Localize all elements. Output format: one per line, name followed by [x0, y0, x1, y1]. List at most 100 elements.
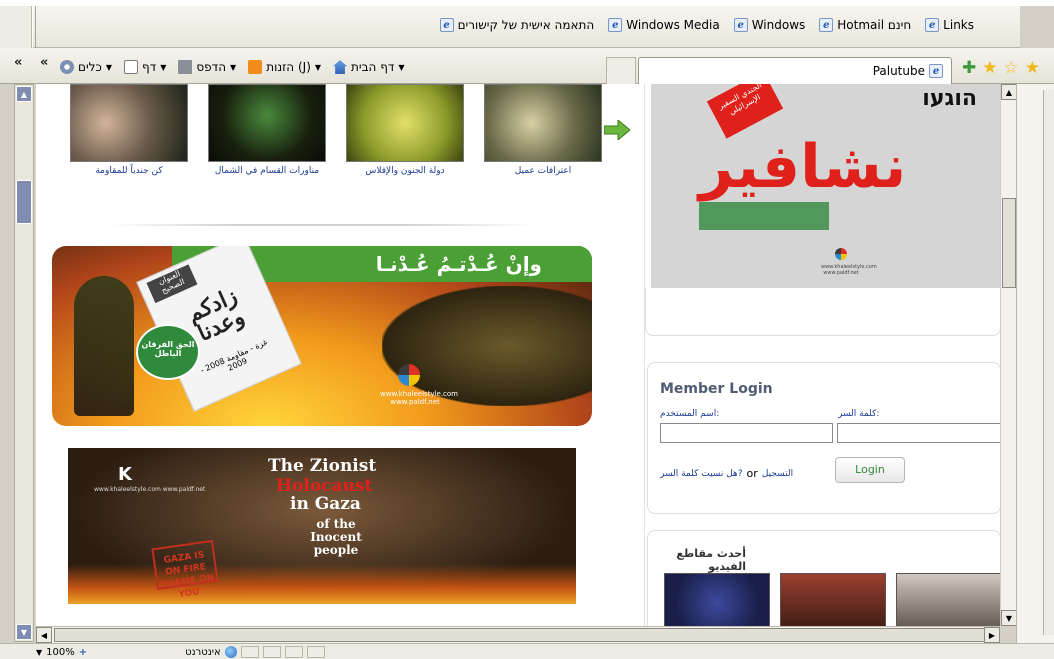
banner-urls: www.khaleelstyle.com www.paldf.net [94, 486, 206, 493]
home-button[interactable]: דף הבית ▼ [333, 60, 405, 74]
printer-icon [178, 60, 193, 74]
horizontal-scrollbar[interactable]: ◀ ▶ [36, 626, 1000, 643]
video-thumb[interactable]: اعترافات عميل [484, 84, 602, 176]
brand-logo-icon [398, 364, 420, 386]
chevron-left-icon[interactable]: « [14, 55, 22, 70]
favorites-center-icon[interactable]: ☆ [1004, 58, 1019, 78]
link-label: התאמה אישית של קישורים [457, 18, 595, 32]
ie-page-icon: e [733, 18, 748, 32]
status-cells: ▼ 100% + אינטרנט [36, 646, 325, 658]
link-windows-media[interactable]: e Windows Media [608, 18, 720, 32]
outer-right-scrollbar[interactable] [1043, 90, 1054, 635]
forgot-password-link[interactable]: ?هل نسيت كلمة السر [660, 469, 743, 479]
rss-feed-icon [248, 60, 263, 74]
promo-image[interactable]: الجندي السفير الإسرائيلي הוגעו نشافير ww… [651, 84, 1000, 288]
scroll-down-icon[interactable]: ▼ [1001, 610, 1017, 626]
left-toolbar-gutter [0, 6, 32, 48]
soldier-silhouette [74, 276, 134, 416]
scroll-left-icon[interactable]: ◀ [36, 627, 52, 643]
video-caption[interactable]: اعترافات عميل [484, 166, 602, 176]
latest-videos-title: أحدث مقاطع الفيديو [676, 547, 746, 573]
dropdown-arrow-icon[interactable]: ▼ [160, 63, 166, 72]
scrollbar-thumb[interactable] [16, 180, 32, 224]
next-arrow-icon[interactable] [604, 120, 630, 140]
scroll-up-icon[interactable]: ▲ [1001, 84, 1017, 100]
status-cell [306, 646, 325, 658]
video-caption[interactable]: مناورات القسام في الشمال [208, 166, 326, 176]
badge-text: الحق الفرقان الباطل [141, 340, 195, 358]
scroll-down-icon[interactable]: ▼ [16, 624, 32, 640]
favorites-star-icon[interactable]: ★ [982, 58, 997, 78]
content-vertical-scrollbar[interactable]: ▲ ▼ [1000, 84, 1017, 626]
password-input[interactable] [837, 423, 1000, 443]
video-caption[interactable]: دولة الجنون والإفلاس [346, 166, 464, 176]
campaign-banner-holocaust[interactable]: K www.khaleelstyle.com www.paldf.net The… [68, 448, 576, 604]
link-customize[interactable]: e התאמה אישית של קישורים [439, 18, 595, 32]
sidebar: الجندي السفير الإسرائيلي הוגעו نشافير ww… [644, 84, 1000, 626]
feeds-button[interactable]: הזנות (J) ▼ [248, 60, 321, 74]
latest-videos-box: أحدث مقاطع الفيديو [647, 530, 1000, 626]
ie-page-icon: e [929, 64, 943, 78]
fire-graphic [68, 564, 576, 604]
print-label: הדפס [196, 60, 227, 74]
campaign-banner-gaza[interactable]: وإنْ عُـدْتـمُ عُـدْنـا العنوان الصحيح ز… [52, 246, 592, 426]
emblem-badge: الحق الفرقان الباطل [136, 324, 200, 380]
zoom-plus-icon[interactable]: + [79, 647, 87, 658]
scrollbar-thumb[interactable] [1002, 198, 1016, 288]
link-label: Windows Media [626, 18, 720, 32]
register-row: ?هل نسيت كلمة السر or التسجيل [660, 467, 793, 480]
tools-button[interactable]: כלים ▼ [60, 60, 112, 74]
links-bar: e Links e Hotmail חינם e Windows e Windows M… [32, 6, 1020, 48]
dropdown-arrow-icon[interactable]: ▼ [106, 63, 112, 72]
brand-logo-icon [835, 248, 847, 260]
status-cell [284, 646, 303, 658]
thumbnail-image[interactable] [484, 84, 602, 162]
scroll-up-icon[interactable]: ▲ [16, 86, 32, 102]
video-caption[interactable]: كن جندياً للمقاومة [70, 166, 188, 176]
register-link[interactable]: التسجيل [762, 469, 793, 479]
video-thumb[interactable]: دولة الجنون والإفلاس [346, 84, 464, 176]
feeds-label: הזנות (J) [266, 60, 311, 74]
boot-graphic [382, 286, 592, 406]
login-button[interactable]: Login [835, 457, 905, 483]
new-tab-button[interactable] [606, 57, 636, 84]
link-links[interactable]: e Links [925, 18, 974, 32]
video-thumbnail[interactable] [896, 573, 1000, 626]
page-icon [123, 60, 138, 74]
toolbar-grip[interactable] [32, 6, 36, 48]
thumbnail-image[interactable] [208, 84, 326, 162]
thumbnail-image[interactable] [346, 84, 464, 162]
globe-icon [224, 646, 237, 658]
home-label: דף הבית [351, 60, 395, 74]
add-favorite-icon[interactable]: ✚ [962, 58, 976, 78]
zoom-dropdown-icon[interactable]: ▼ [36, 648, 42, 657]
main-content: اعترافات عميل دولة الجنون والإفلاس مناور… [36, 84, 644, 626]
dropdown-arrow-icon[interactable]: ▼ [230, 63, 236, 72]
link-hotmail[interactable]: e Hotmail חינם [819, 18, 911, 32]
star-icon[interactable]: ★ [1025, 58, 1040, 78]
scroll-right-icon[interactable]: ▶ [984, 627, 1000, 643]
zoom-level[interactable]: 100% [46, 647, 75, 658]
flag-stripe [699, 202, 829, 230]
banner-urls: www.khaleelstyle.com www.paldf.net [380, 390, 459, 406]
print-button[interactable]: הדפס ▼ [178, 60, 236, 74]
link-windows[interactable]: e Windows [733, 18, 805, 32]
video-thumbnail[interactable] [780, 573, 886, 626]
video-thumb[interactable]: كن جندياً للمقاومة [70, 84, 188, 176]
page-label: דף [141, 60, 157, 74]
banner2-title-line4: of the Inocent people [310, 517, 362, 557]
page-button[interactable]: דף ▼ [123, 60, 166, 74]
outer-left-scrollbar[interactable]: ▲ ▼ [14, 84, 34, 642]
promo-hebrew-text: הוגעו [922, 86, 977, 111]
ie-page-icon: e [608, 18, 623, 32]
dropdown-arrow-icon[interactable]: ▼ [315, 63, 321, 72]
video-thumb[interactable]: مناورات القسام في الشمال [208, 84, 326, 176]
dropdown-arrow-icon[interactable]: ▼ [398, 63, 404, 72]
thumbnail-image[interactable] [70, 84, 188, 162]
chevron-overflow-icon[interactable]: « [40, 55, 48, 70]
video-thumbnail[interactable] [664, 573, 770, 626]
ie-page-icon: e [925, 18, 940, 32]
scrollbar-thumb[interactable] [54, 628, 990, 642]
tab-palutube[interactable]: Palutube e [638, 57, 952, 84]
username-input[interactable] [660, 423, 833, 443]
